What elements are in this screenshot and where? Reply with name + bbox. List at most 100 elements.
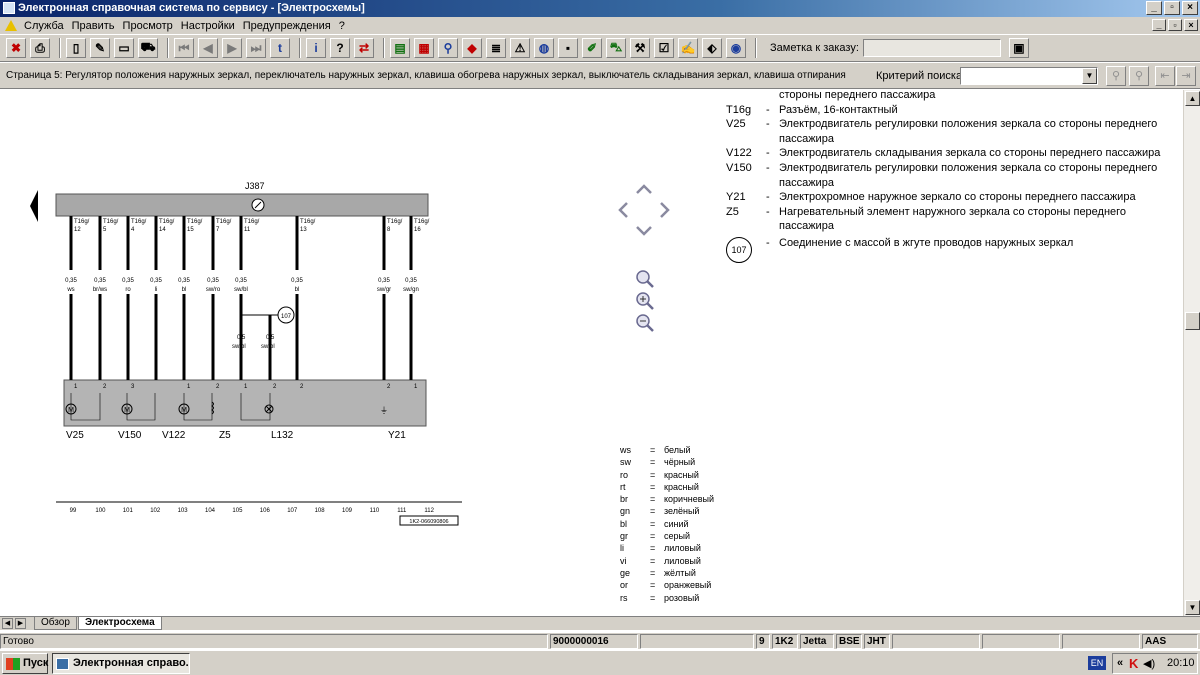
- pan-down-icon[interactable]: [636, 226, 652, 236]
- scroll-up-icon[interactable]: ▲: [1185, 91, 1200, 106]
- order-note-input[interactable]: [862, 39, 1001, 57]
- track-number: 101: [123, 508, 134, 514]
- mdi-restore-button[interactable]: ▫: [1168, 19, 1182, 31]
- checklist-icon[interactable]: ☑: [654, 38, 674, 58]
- vehicle-icon[interactable]: ⛍: [606, 38, 626, 58]
- print-icon[interactable]: ⎙: [30, 38, 50, 58]
- minimize-button[interactable]: _: [1146, 1, 1162, 15]
- menu-view[interactable]: Просмотр: [121, 20, 179, 32]
- wire-gauge: 0,35: [235, 278, 247, 284]
- help-icon[interactable]: ?: [330, 38, 350, 58]
- mdi-minimize-button[interactable]: _: [1152, 19, 1166, 31]
- color-code: ws: [620, 445, 631, 455]
- windows-logo-icon: [6, 658, 20, 670]
- zoom-fit-icon[interactable]: [634, 268, 656, 290]
- previous-page-icon[interactable]: ◀: [198, 38, 218, 58]
- status-bar: Готово 9000000016 9 1K2 Jetta BSE JHT AA…: [0, 632, 1200, 649]
- antivirus-icon[interactable]: K: [1129, 656, 1138, 671]
- legend-row: V25- Электродвигатель регулировки положен…: [726, 118, 1158, 145]
- zoom-out-icon[interactable]: [634, 312, 656, 334]
- menu-settings[interactable]: Настройки: [179, 20, 241, 32]
- jump-icon[interactable]: t: [270, 38, 290, 58]
- tray-expand-icon[interactable]: «: [1117, 657, 1123, 669]
- pin-connector: T16g/: [216, 219, 232, 225]
- vertical-scrollbar[interactable]: ▲ ▼: [1183, 90, 1200, 616]
- track-number: 112: [424, 508, 434, 514]
- tools-icon[interactable]: ⚒: [630, 38, 650, 58]
- status-engine-code: BSE: [836, 634, 862, 649]
- color-code-row: rt = красный: [620, 481, 699, 492]
- scroll-thumb[interactable]: [1185, 312, 1200, 330]
- clipboard-icon[interactable]: ▣: [1008, 38, 1029, 58]
- caution-icon[interactable]: ⚠: [510, 38, 530, 58]
- legend-row-ground: 107 - Соединение с массой в жгуте провод…: [726, 236, 1176, 263]
- search-prev-icon[interactable]: ⚲: [1106, 66, 1126, 86]
- color-code-row: gn = зелёный: [620, 506, 700, 517]
- pin-connector: T16g/: [387, 219, 403, 225]
- tree-icon[interactable]: ⚲: [438, 38, 458, 58]
- warning-icon[interactable]: [4, 19, 18, 32]
- edit-document-icon[interactable]: ✎: [90, 38, 110, 58]
- wire-color: ws: [66, 287, 74, 293]
- pen-icon[interactable]: ✐: [582, 38, 602, 58]
- car-icon[interactable]: ⛟: [138, 38, 158, 58]
- chevron-down-icon[interactable]: ▼: [1082, 68, 1097, 84]
- last-page-icon[interactable]: ⏭: [246, 38, 266, 58]
- schematic-viewer[interactable]: J387 T16g/12 0,35 ws T16g/5 0,35 br/ws T16g/4 0…: [0, 90, 1183, 616]
- tab-scroll-left-icon[interactable]: ◀: [2, 618, 13, 629]
- list-icon[interactable]: ≣: [486, 38, 506, 58]
- search-criteria-dropdown[interactable]: ▼: [960, 67, 1098, 85]
- pin-number: 5: [103, 227, 107, 233]
- speaker-icon[interactable]: ◀): [1143, 657, 1155, 670]
- tab-overview[interactable]: Обзор: [34, 617, 77, 630]
- pan-left-icon[interactable]: [618, 202, 628, 218]
- new-document-icon[interactable]: ▯: [66, 38, 86, 58]
- tab-schematic[interactable]: Электросхема: [78, 617, 162, 630]
- track-number: 109: [342, 508, 353, 514]
- switch-icon[interactable]: ⇄: [354, 38, 374, 58]
- pan-right-icon[interactable]: [660, 202, 670, 218]
- world-icon[interactable]: ◉: [726, 38, 746, 58]
- control-unit-body: [55, 193, 429, 217]
- color-name: чёрный: [664, 457, 696, 468]
- book-icon[interactable]: ▤: [390, 38, 410, 58]
- scroll-down-icon[interactable]: ▼: [1185, 600, 1200, 615]
- zoom-in-icon[interactable]: [634, 290, 656, 312]
- tag-icon[interactable]: ⬖: [702, 38, 722, 58]
- maximize-button[interactable]: ▫: [1164, 1, 1180, 15]
- wire-gauge: 0,35: [207, 278, 219, 284]
- language-indicator[interactable]: EN: [1088, 656, 1106, 670]
- ground-point-label: 107: [281, 314, 292, 320]
- globe-icon[interactable]: ◍: [534, 38, 554, 58]
- back-icon[interactable]: ⇤: [1155, 66, 1175, 86]
- next-page-icon[interactable]: ▶: [222, 38, 242, 58]
- wire-gauge: 0,35: [94, 278, 106, 284]
- grid-icon[interactable]: ▦: [414, 38, 434, 58]
- mdi-close-button[interactable]: ×: [1184, 19, 1198, 31]
- exit-icon[interactable]: ✖: [6, 38, 26, 58]
- first-page-icon[interactable]: ⏮: [174, 38, 194, 58]
- manual-icon[interactable]: ◆: [462, 38, 482, 58]
- menu-service[interactable]: Служба: [22, 20, 70, 32]
- search-criteria-label: Критерий поиска:: [876, 70, 966, 82]
- color-name: коричневый: [664, 494, 715, 505]
- search-next-icon[interactable]: ⚲: [1129, 66, 1149, 86]
- page-marker-icon[interactable]: [30, 190, 38, 222]
- notes-icon[interactable]: ✍: [678, 38, 698, 58]
- menu-edit[interactable]: Править: [70, 20, 121, 32]
- pan-up-icon[interactable]: [636, 184, 652, 194]
- forward-icon[interactable]: ⇥: [1176, 66, 1196, 86]
- folder-icon[interactable]: ▭: [114, 38, 134, 58]
- tab-scroll-right-icon[interactable]: ▶: [15, 618, 26, 629]
- wire-gauge: 0,35: [378, 278, 390, 284]
- menu-help[interactable]: ?: [337, 20, 351, 32]
- menu-warnings[interactable]: Предупреждения: [241, 20, 337, 32]
- color-code: br: [620, 494, 629, 505]
- disk-icon[interactable]: ▪: [558, 38, 578, 58]
- close-button[interactable]: ×: [1182, 1, 1198, 15]
- start-button[interactable]: Пуск: [2, 653, 48, 674]
- pin-number: 16: [414, 227, 421, 233]
- taskbar-app-button[interactable]: Электронная справо...: [52, 653, 190, 674]
- wire-color: ro: [125, 287, 131, 293]
- info-icon[interactable]: i: [306, 38, 326, 58]
